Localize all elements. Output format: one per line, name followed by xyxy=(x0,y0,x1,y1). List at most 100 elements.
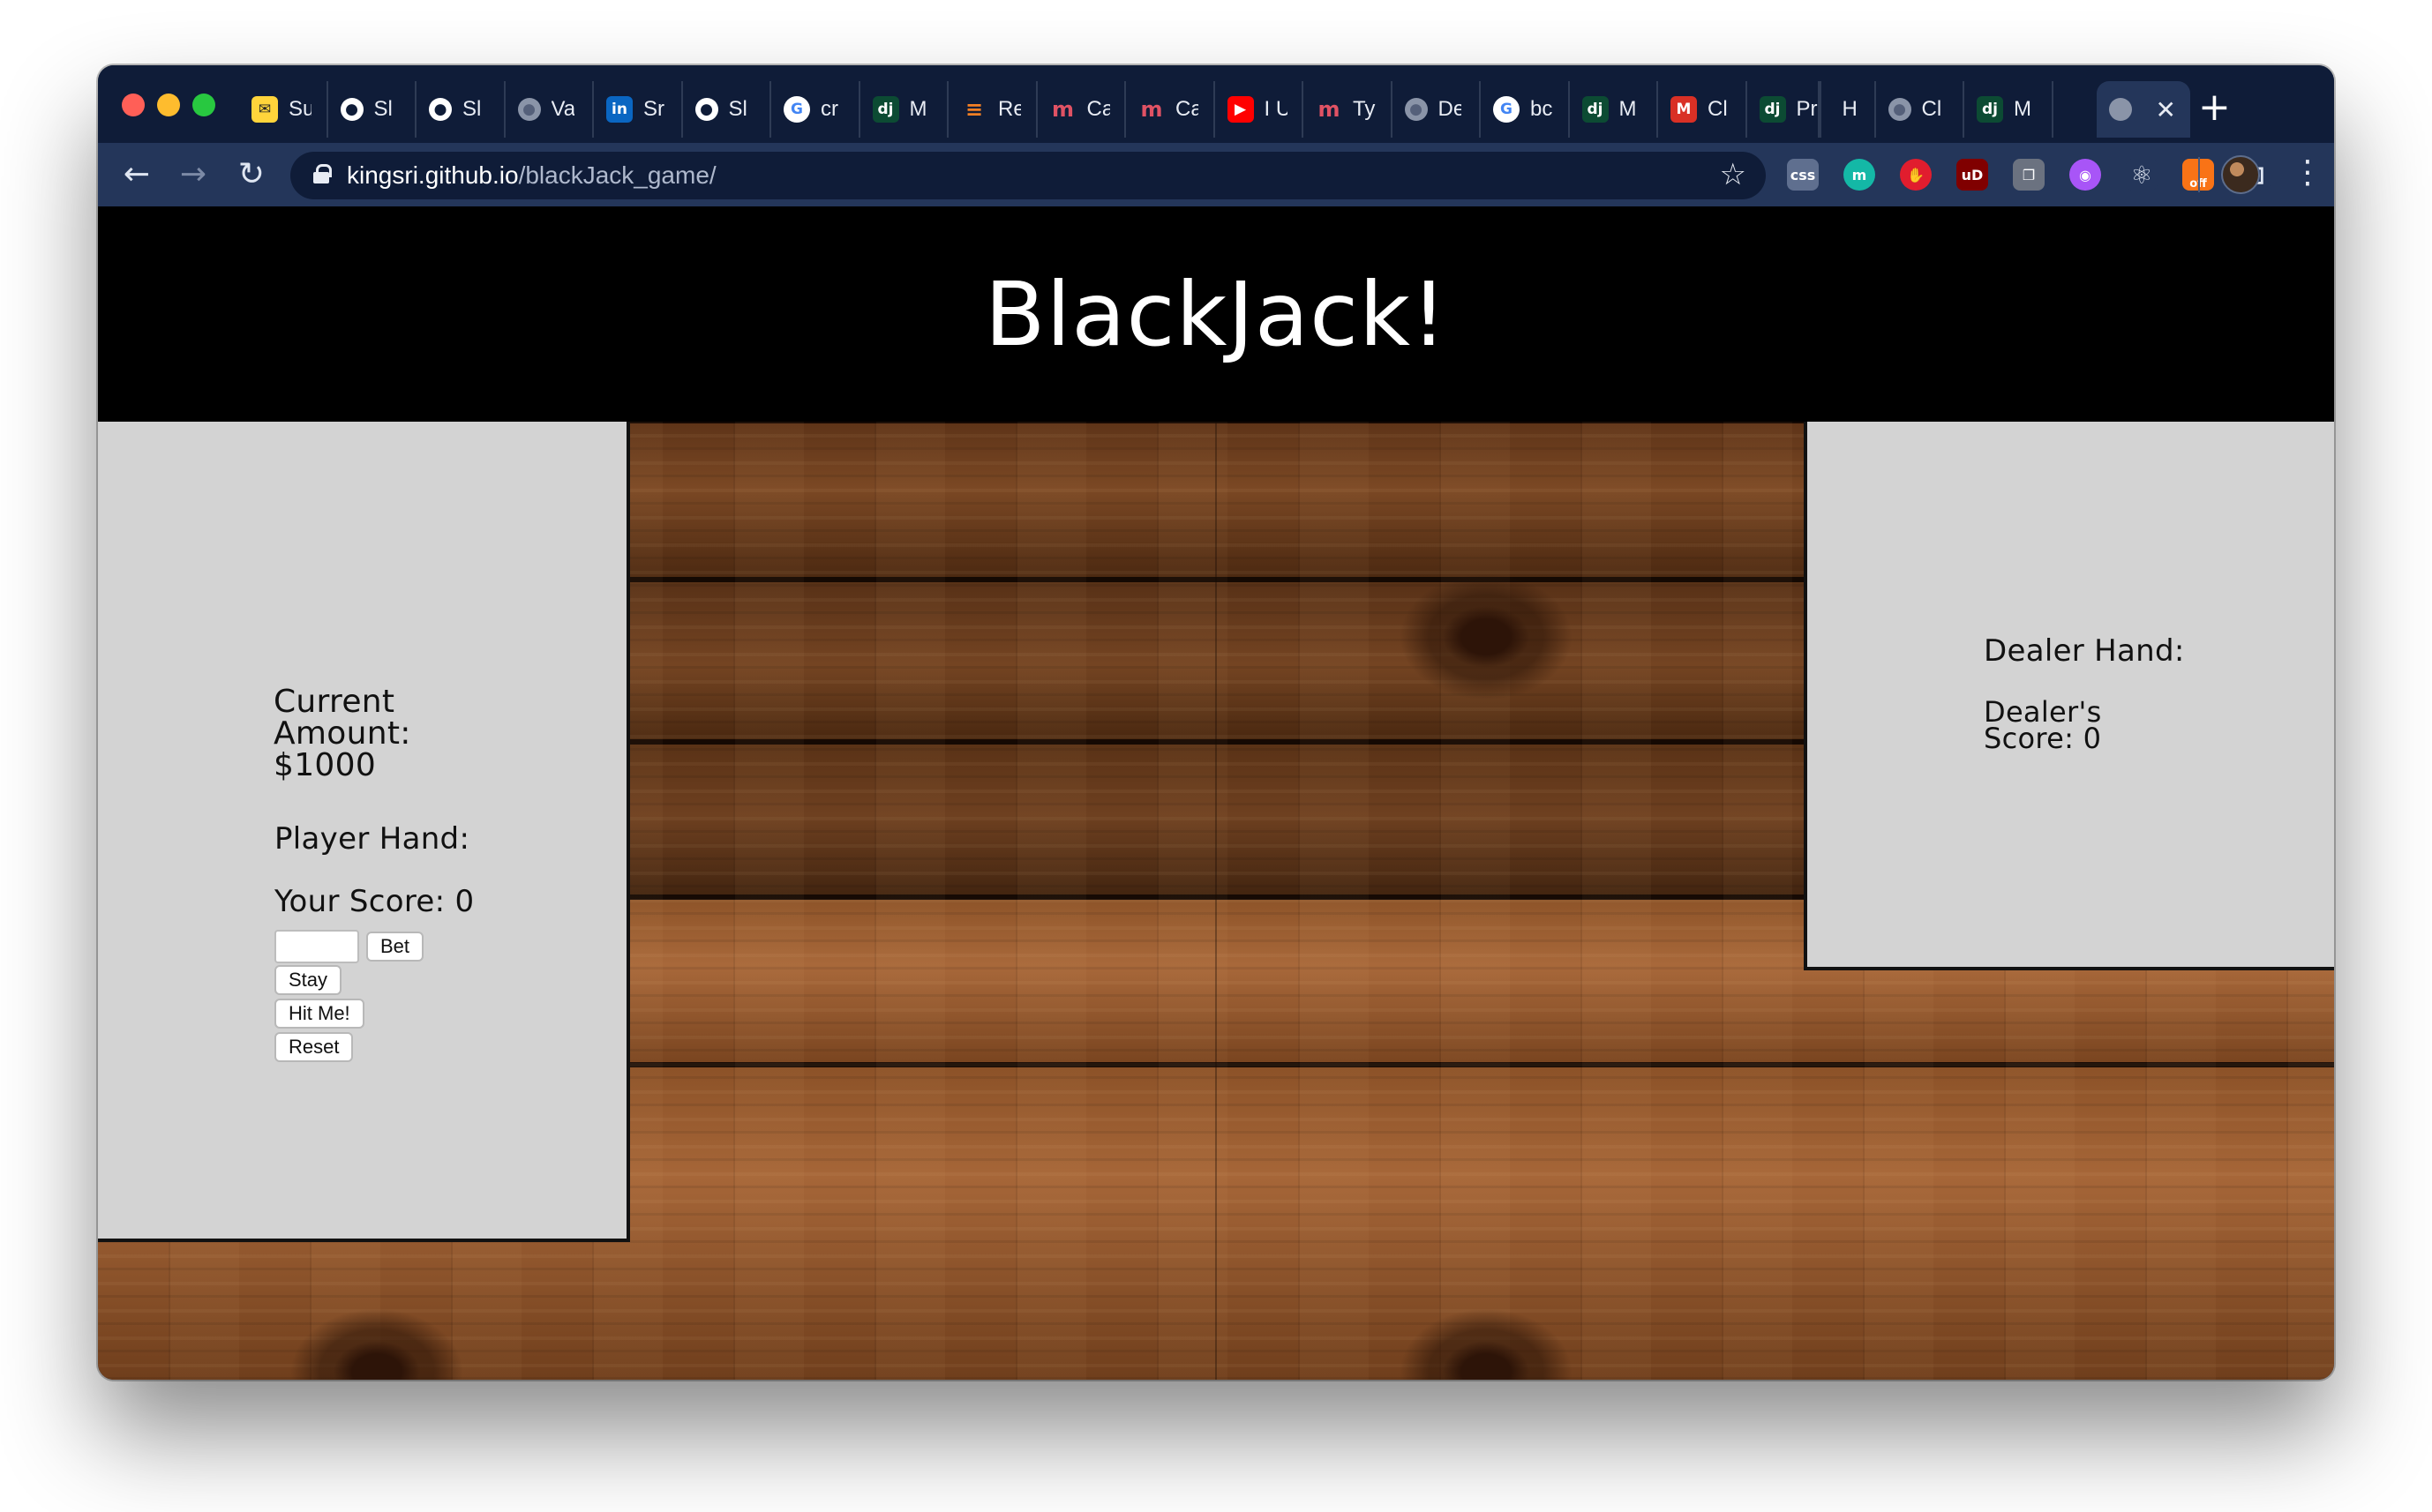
tab-14[interactable]: Gbc xyxy=(1481,81,1570,138)
tab-label: M xyxy=(1618,97,1637,121)
stop-hand-extension-icon[interactable]: ✋ xyxy=(1900,159,1932,191)
tab-list: ✉Su●Sl●Sl●VainSr●SlGcrdjM≡RemCamCa▶I UmT… xyxy=(239,81,2053,138)
tab-10[interactable]: m Ca xyxy=(1126,81,1215,138)
medium-icon: m xyxy=(1140,97,1163,122)
dealer-score: Dealer's Score: 0 xyxy=(1984,698,2160,755)
tab-label: Sl xyxy=(373,97,393,121)
browser-window: ✉Su●Sl●Sl●VainSr●SlGcrdjM≡RemCamCa▶I UmT… xyxy=(98,65,2334,1380)
close-window-button[interactable] xyxy=(122,94,145,116)
tab-label: Cl xyxy=(1921,97,1942,121)
globe-icon: ● xyxy=(1404,98,1428,121)
stay-button[interactable]: Stay xyxy=(274,965,342,995)
url-host: kingsri.github.io xyxy=(347,161,519,189)
tab-7[interactable]: dj M xyxy=(860,81,949,138)
colorzilla-extension-icon[interactable]: ◉ xyxy=(2069,159,2101,191)
forward-button[interactable]: → xyxy=(174,155,213,194)
github-icon: ● xyxy=(429,98,452,121)
browser-toolbar: ← → ↻ kingsri.github.io/blackJack_game/ … xyxy=(98,143,2334,206)
tab-label: bc xyxy=(1530,97,1553,121)
tab-strip: ✉Su●Sl●Sl●VainSr●SlGcrdjM≡RemCamCa▶I UmT… xyxy=(98,65,2334,143)
tab-1[interactable]: ● Sl xyxy=(328,81,417,138)
gmail-icon: M xyxy=(1670,96,1697,123)
tab-18[interactable]: H xyxy=(1819,81,1876,138)
medium-icon: m xyxy=(1051,97,1074,122)
tab-20[interactable]: dj M xyxy=(1964,81,2053,138)
mentor-extension-icon[interactable]: m xyxy=(1843,159,1875,191)
tab-label: Ty xyxy=(1353,97,1376,121)
google-icon: G xyxy=(784,96,810,123)
page-header: BlackJack! xyxy=(98,206,2334,422)
tab-4[interactable]: in Sr xyxy=(594,81,683,138)
django-icon: dj xyxy=(1759,96,1786,123)
wood-seam xyxy=(1215,303,1217,1380)
django-icon: dj xyxy=(1581,96,1609,123)
reset-button[interactable]: Reset xyxy=(274,1032,354,1062)
player-score: Your Score: 0 xyxy=(274,884,475,919)
bet-button[interactable]: Bet xyxy=(366,932,424,962)
page-title: BlackJack! xyxy=(984,262,1448,366)
bookmark-star-icon[interactable]: ☆ xyxy=(1720,157,1746,192)
tab-5[interactable]: ● Sl xyxy=(683,81,771,138)
current-amount-label-line1: Current xyxy=(274,684,395,720)
current-amount-value: $1000 xyxy=(274,747,377,783)
profile-avatar[interactable] xyxy=(2221,155,2260,194)
globe-icon: ● xyxy=(517,98,541,121)
tab-8[interactable]: ≡ Re xyxy=(949,81,1038,138)
globe-icon xyxy=(2109,98,2132,121)
tab-3[interactable]: ● Va xyxy=(506,81,594,138)
tab-6[interactable]: Gcr xyxy=(771,81,860,138)
minimize-window-button[interactable] xyxy=(157,94,180,116)
tab-label: Ca xyxy=(1175,97,1198,121)
django-icon: dj xyxy=(1977,96,2003,123)
browser-menu-icon[interactable]: ⋮ xyxy=(2292,153,2323,192)
ublock-extension-icon[interactable]: uD xyxy=(1956,159,1988,191)
web-page: BlackJack! Current Amount: $1000 Player … xyxy=(98,206,2334,1380)
address-bar[interactable]: kingsri.github.io/blackJack_game/ ☆ xyxy=(290,152,1766,199)
github-icon: ● xyxy=(694,98,718,121)
tab-label: Sl xyxy=(728,97,747,121)
hit-me-button[interactable]: Hit Me! xyxy=(274,999,364,1029)
django-icon: dj xyxy=(872,96,899,123)
tab-label: Cl xyxy=(1708,97,1728,121)
dealer-score-line2: Score: 0 xyxy=(1984,722,2102,755)
player-panel: Current Amount: $1000 Player Hand: Your … xyxy=(98,422,630,1242)
tab-label: M xyxy=(2014,97,2031,121)
close-tab-icon[interactable]: ✕ xyxy=(2156,95,2176,124)
tab-11[interactable]: ▶ I U xyxy=(1215,81,1303,138)
dealer-panel: Dealer Hand: Dealer's Score: 0 xyxy=(1804,422,2334,970)
back-button[interactable]: ← xyxy=(117,155,156,194)
tab-15[interactable]: dj M xyxy=(1570,81,1658,138)
tab-label: Ca xyxy=(1086,97,1110,121)
new-tab-button[interactable]: + xyxy=(2198,88,2231,127)
tab-label: Re xyxy=(998,97,1021,121)
dealer-hand-label: Dealer Hand: xyxy=(1984,633,2185,669)
reload-button[interactable]: ↻ xyxy=(232,155,271,194)
medium-icon: m xyxy=(1317,97,1340,122)
google-icon: G xyxy=(1493,96,1520,123)
tab-active[interactable]: ✕ xyxy=(2097,81,2190,138)
youtube-icon: ▶ xyxy=(1227,96,1254,123)
react-devtools-icon[interactable]: ⚛ xyxy=(2126,159,2158,191)
copy-extension-icon[interactable]: ❐ xyxy=(2013,159,2045,191)
tab-13[interactable]: ● De xyxy=(1392,81,1481,138)
github-icon: ● xyxy=(340,98,364,121)
tab-label: Sl xyxy=(462,97,482,121)
tab-19[interactable]: ● Cl xyxy=(1876,81,1964,138)
maximize-window-button[interactable] xyxy=(192,94,215,116)
css-extension-icon[interactable]: css xyxy=(1787,159,1819,191)
player-hand-label: Player Hand: xyxy=(274,821,470,857)
url-text[interactable]: kingsri.github.io/blackJack_game/ xyxy=(347,161,717,190)
tab-label: De xyxy=(1437,97,1461,121)
tab-2[interactable]: ● Sl xyxy=(417,81,506,138)
bet-amount-input[interactable] xyxy=(274,930,359,963)
toolbar-divider xyxy=(2198,157,2200,192)
tab-16[interactable]: M Cl xyxy=(1658,81,1747,138)
tab-12[interactable]: m Ty xyxy=(1303,81,1392,138)
tab-9[interactable]: m Ca xyxy=(1038,81,1126,138)
tab-label: M xyxy=(909,97,927,121)
tab-label: Su xyxy=(289,97,312,121)
current-amount-label-line2: Amount: xyxy=(274,715,411,752)
tab-0[interactable]: ✉ Su xyxy=(239,81,328,138)
tab-label: H xyxy=(1842,97,1858,121)
tab-17[interactable]: dj Pr xyxy=(1747,81,1820,138)
